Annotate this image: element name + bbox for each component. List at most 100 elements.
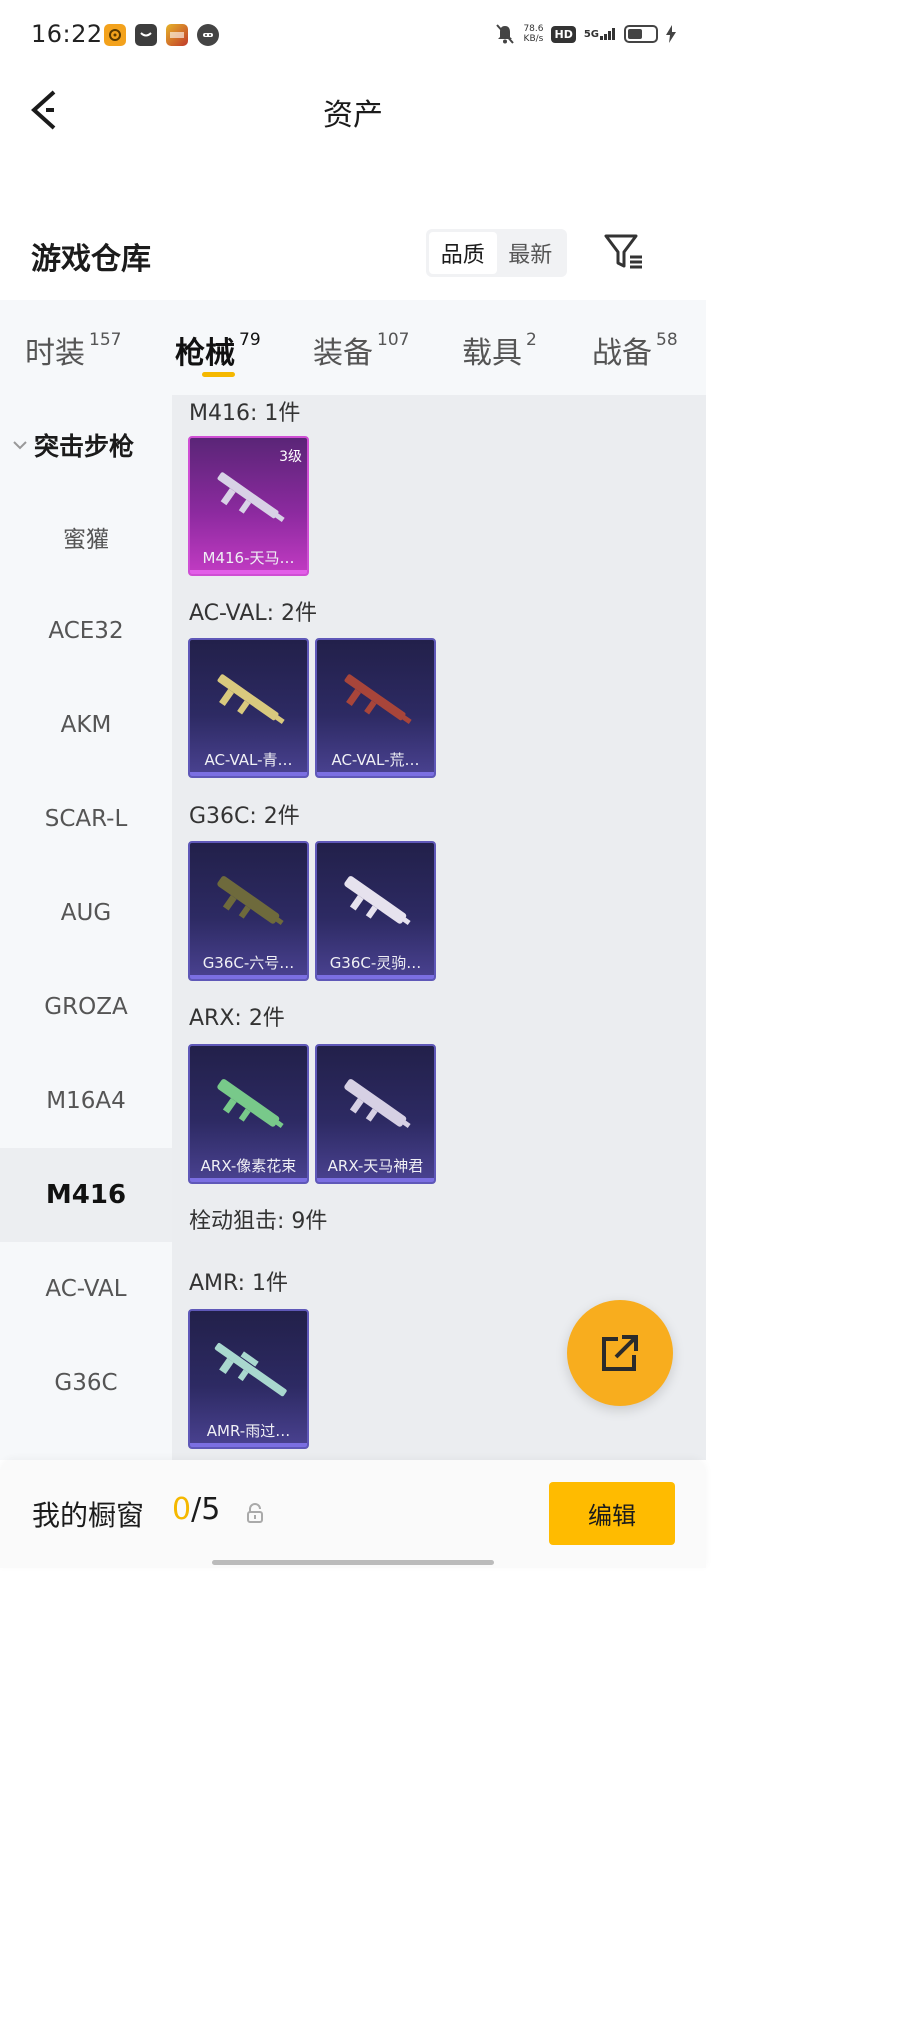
item-name: ARX-天马神君: [327, 1157, 424, 1175]
network-type: 5G: [583, 29, 599, 40]
showcase-label: 我的橱窗: [32, 1499, 145, 1532]
rarity-bar: [190, 1178, 307, 1182]
sidebar-item-g36c[interactable]: G36C: [0, 1336, 172, 1430]
net-speed-value: 78.6: [523, 24, 544, 34]
tab-count: 157: [89, 330, 122, 350]
item-card-m416-skin[interactable]: 3级 M416-天马…: [188, 436, 309, 576]
group-label-ac-val: AC-VAL: 2件: [189, 601, 318, 626]
sidebar-item-aug[interactable]: AUG: [0, 866, 172, 960]
status-right: 78.6 KB/s HD 5G: [495, 23, 676, 45]
level-badge: 3级: [279, 449, 302, 465]
item-card-arx-2[interactable]: ARX-天马神君: [315, 1044, 436, 1184]
charging-icon: [666, 25, 676, 43]
notification-icons: [104, 24, 219, 46]
item-card-ac-val-1[interactable]: AC-VAL-青…: [188, 638, 309, 778]
active-tab-indicator: [202, 372, 235, 377]
m416-skin-gun-icon: [217, 472, 285, 523]
sidebar-item-akm[interactable]: AKM: [0, 678, 172, 772]
rarity-bar: [317, 772, 434, 776]
sidebar-item-m16a4[interactable]: M16A4: [0, 1054, 172, 1148]
tab-label: 枪械: [175, 336, 235, 371]
item-card-amr[interactable]: AMR-雨过…: [188, 1309, 309, 1449]
sort-quality-option[interactable]: 品质: [429, 232, 497, 274]
item-name: G36C-灵驹…: [329, 954, 422, 972]
item-name: AC-VAL-青…: [204, 751, 293, 769]
tab-label: 载具: [462, 336, 522, 371]
filter-button[interactable]: [602, 230, 646, 274]
showcase-bar: 我的橱窗 0/5 编辑: [0, 1460, 706, 1568]
tab-label: 战备: [592, 336, 652, 371]
showcase-count: 0/5: [172, 1492, 220, 1527]
chevron-down-icon: [13, 441, 27, 450]
signal-icon: 5G: [584, 28, 616, 40]
filter-icon: [604, 234, 642, 269]
arx-gun-icon: [217, 1079, 284, 1129]
tab-guns[interactable]: 枪械 79: [175, 328, 261, 372]
item-name: G36C-六号…: [202, 954, 295, 972]
edit-button[interactable]: 编辑: [549, 1482, 675, 1545]
sidebar-group-assault-rifles[interactable]: 突击步枪: [12, 427, 134, 463]
weapon-sidebar: 突击步枪 蜜獾 ACE32 AKM SCAR-L AUG GROZA M16A4…: [0, 395, 172, 1460]
sidebar-item-ace32[interactable]: ACE32: [0, 584, 172, 678]
tab-fashion[interactable]: 时装 157: [25, 328, 121, 372]
item-card-arx-1[interactable]: ARX-像素花束: [188, 1044, 309, 1184]
status-bar: 16:22 78.6 KB/s HD 5G: [0, 0, 706, 72]
sidebar-item-ac-val[interactable]: AC-VAL: [0, 1242, 172, 1336]
rarity-bar: [190, 975, 307, 979]
tab-count: 79: [239, 330, 261, 350]
tab-vehicles[interactable]: 载具 2: [462, 328, 537, 372]
group-label-arx: ARX: 2件: [189, 1006, 285, 1031]
tab-equipment[interactable]: 装备 107: [313, 328, 409, 372]
amr-gun-icon: [214, 1343, 287, 1397]
rarity-bar: [317, 975, 434, 979]
cat-app-icon: [197, 24, 219, 46]
tab-label: 装备: [313, 336, 373, 371]
message-app-icon: [135, 24, 157, 46]
sidebar-item-honey-badger[interactable]: 蜜獾: [0, 490, 172, 584]
ac-val-gun-icon: [344, 674, 412, 725]
tab-count: 2: [526, 330, 537, 350]
rarity-bar: [190, 570, 307, 574]
lock-icon: [247, 1503, 263, 1523]
warehouse-title: 游戏仓库: [31, 242, 151, 277]
sidebar-item-scar-l[interactable]: SCAR-L: [0, 772, 172, 866]
arx-gun-icon: [344, 1079, 411, 1129]
item-card-ac-val-2[interactable]: AC-VAL-荒…: [315, 638, 436, 778]
mute-bell-icon: [496, 24, 515, 44]
share-fab[interactable]: [567, 1300, 673, 1406]
sort-toggle: 品质 最新: [426, 229, 567, 277]
tab-count: 58: [656, 330, 678, 350]
item-name: AC-VAL-荒…: [331, 751, 420, 769]
net-speed-unit: KB/s: [523, 34, 544, 44]
rarity-bar: [317, 1178, 434, 1182]
sidebar-item-m416[interactable]: M416: [0, 1148, 172, 1242]
game-app-icon: [166, 24, 188, 46]
sidebar-group-label: 突击步枪: [34, 432, 135, 461]
hd-badge: HD: [551, 25, 576, 43]
battery-icon: [624, 25, 658, 43]
status-time: 16:22: [31, 20, 103, 48]
sidebar-item-groza[interactable]: GROZA: [0, 960, 172, 1054]
sort-latest-option[interactable]: 最新: [497, 232, 565, 274]
group-label-g36c: G36C: 2件: [189, 804, 300, 829]
showcase-total: /5: [191, 1492, 221, 1527]
item-name: AMR-雨过…: [206, 1422, 291, 1440]
item-name: ARX-像素花束: [200, 1157, 297, 1175]
g36c-gun-icon: [344, 876, 411, 926]
page-title: 资产: [323, 98, 383, 133]
group-label-m416: M416: 1件: [189, 401, 301, 426]
item-card-g36c-1[interactable]: G36C-六号…: [188, 841, 309, 981]
group-label-bolt-action: 栓动狙击: 9件: [189, 1209, 328, 1234]
app-notification-icon: [104, 24, 126, 46]
item-card-g36c-2[interactable]: G36C-灵驹…: [315, 841, 436, 981]
tab-battle-prep[interactable]: 战备 58: [592, 328, 678, 372]
net-speed: 78.6 KB/s: [523, 24, 543, 44]
showcase-current: 0: [172, 1492, 192, 1527]
category-tabs: 时装 157 枪械 79 装备 107 载具 2 战备 58: [0, 300, 706, 395]
rarity-bar: [190, 1443, 307, 1447]
g36c-gun-icon: [217, 876, 284, 926]
external-link-icon: [602, 1335, 638, 1371]
tab-count: 107: [377, 330, 410, 350]
group-label-amr: AMR: 1件: [189, 1271, 289, 1296]
home-indicator: [212, 1560, 494, 1565]
